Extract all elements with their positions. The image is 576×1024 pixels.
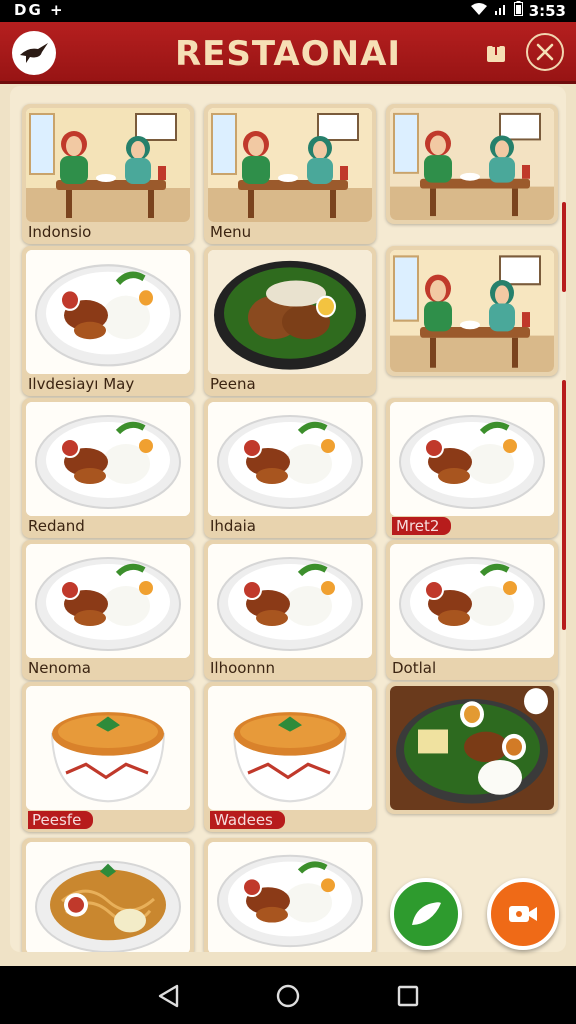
menu-card-label: Ilvdesiayı May: [28, 375, 135, 393]
menu-card[interactable]: Peena: [204, 246, 376, 396]
menu-card-image: [26, 544, 190, 658]
video-call-button[interactable]: [487, 878, 559, 950]
menu-card[interactable]: Ilhoonnn: [204, 540, 376, 680]
video-camera-icon: [509, 906, 537, 922]
menu-card-label: Ihdaia: [210, 517, 257, 535]
menu-card[interactable]: [204, 838, 376, 952]
back-button[interactable]: [155, 982, 183, 1010]
menu-card[interactable]: Nenoma: [22, 540, 194, 680]
menu-card-label: Indonsio: [28, 223, 92, 241]
menu-card-image: [208, 402, 372, 516]
menu-card-image: [26, 108, 190, 222]
menu-card[interactable]: Indonsio: [22, 104, 194, 244]
menu-card[interactable]: Redand: [22, 398, 194, 538]
menu-card[interactable]: [386, 104, 558, 224]
battery-icon: [513, 1, 523, 20]
menu-card-image: [390, 686, 554, 810]
back-icon: [158, 984, 179, 1008]
status-bar: DG + 3:53: [0, 0, 576, 22]
menu-card-image: [208, 108, 372, 222]
menu-card-image: [390, 250, 554, 372]
menu-card-image: [208, 686, 372, 810]
wifi-icon: [470, 2, 488, 20]
close-button[interactable]: [526, 33, 564, 71]
menu-card[interactable]: Peesfe: [22, 682, 194, 832]
menu-card[interactable]: Ihdaia: [204, 398, 376, 538]
menu-card-image: [26, 842, 190, 952]
leaf-icon: [412, 902, 441, 925]
home-button[interactable]: [274, 982, 302, 1010]
app-header: RESTAONAI: [0, 22, 576, 84]
menu-card[interactable]: Wadees: [204, 682, 376, 832]
menu-card[interactable]: [386, 682, 558, 814]
home-icon: [276, 984, 300, 1008]
menu-card-image: [390, 108, 554, 220]
menu-card-image: [26, 402, 190, 516]
menu-card[interactable]: Ilvdesiayı May: [22, 246, 194, 396]
menu-card-label: Menu: [210, 223, 252, 241]
menu-card[interactable]: [22, 838, 194, 952]
signal-icon: [494, 2, 508, 20]
menu-card-image: [26, 686, 190, 810]
share-icon: [487, 42, 505, 62]
menu-grid: Indonsio Menu Ilvdesiayı May Peena Redan…: [10, 86, 566, 952]
status-time: 3:53: [528, 1, 566, 20]
menu-card-image: [26, 250, 190, 374]
menu-card-image: [390, 544, 554, 658]
status-right-group: 3:53: [470, 1, 566, 20]
menu-card[interactable]: Mret2: [386, 398, 558, 538]
menu-card-image: [390, 402, 554, 516]
recents-button[interactable]: [394, 982, 422, 1010]
menu-card-label: Redand: [28, 517, 85, 535]
app-screen: DG + 3:53 RESTAONAI Indonsio Menu Ilvdes…: [0, 0, 576, 1024]
menu-card[interactable]: Menu: [204, 104, 376, 244]
menu-card[interactable]: [386, 246, 558, 376]
scroll-accent-top: [562, 202, 566, 292]
menu-card-label: Nenoma: [28, 659, 91, 677]
menu-card-label: Dotlal: [392, 659, 437, 677]
menu-card[interactable]: Dotlal: [386, 540, 558, 680]
share-button[interactable]: [480, 36, 512, 68]
menu-card-label: Mret2: [392, 517, 452, 535]
menu-card-image: [208, 250, 372, 374]
menu-card-label: Peesfe: [28, 811, 94, 829]
system-nav-bar: [0, 966, 576, 1024]
scroll-accent-bottom: [562, 380, 566, 630]
recents-icon: [397, 985, 419, 1007]
menu-card-image: [208, 544, 372, 658]
leaf-action-button[interactable]: [390, 878, 462, 950]
status-left-text: DG +: [14, 1, 65, 19]
menu-card-label: Peena: [210, 375, 256, 393]
menu-card-label: Ilhoonnn: [210, 659, 275, 677]
close-icon: [536, 43, 554, 61]
menu-card-image: [208, 842, 372, 952]
menu-card-label: Wadees: [210, 811, 285, 829]
